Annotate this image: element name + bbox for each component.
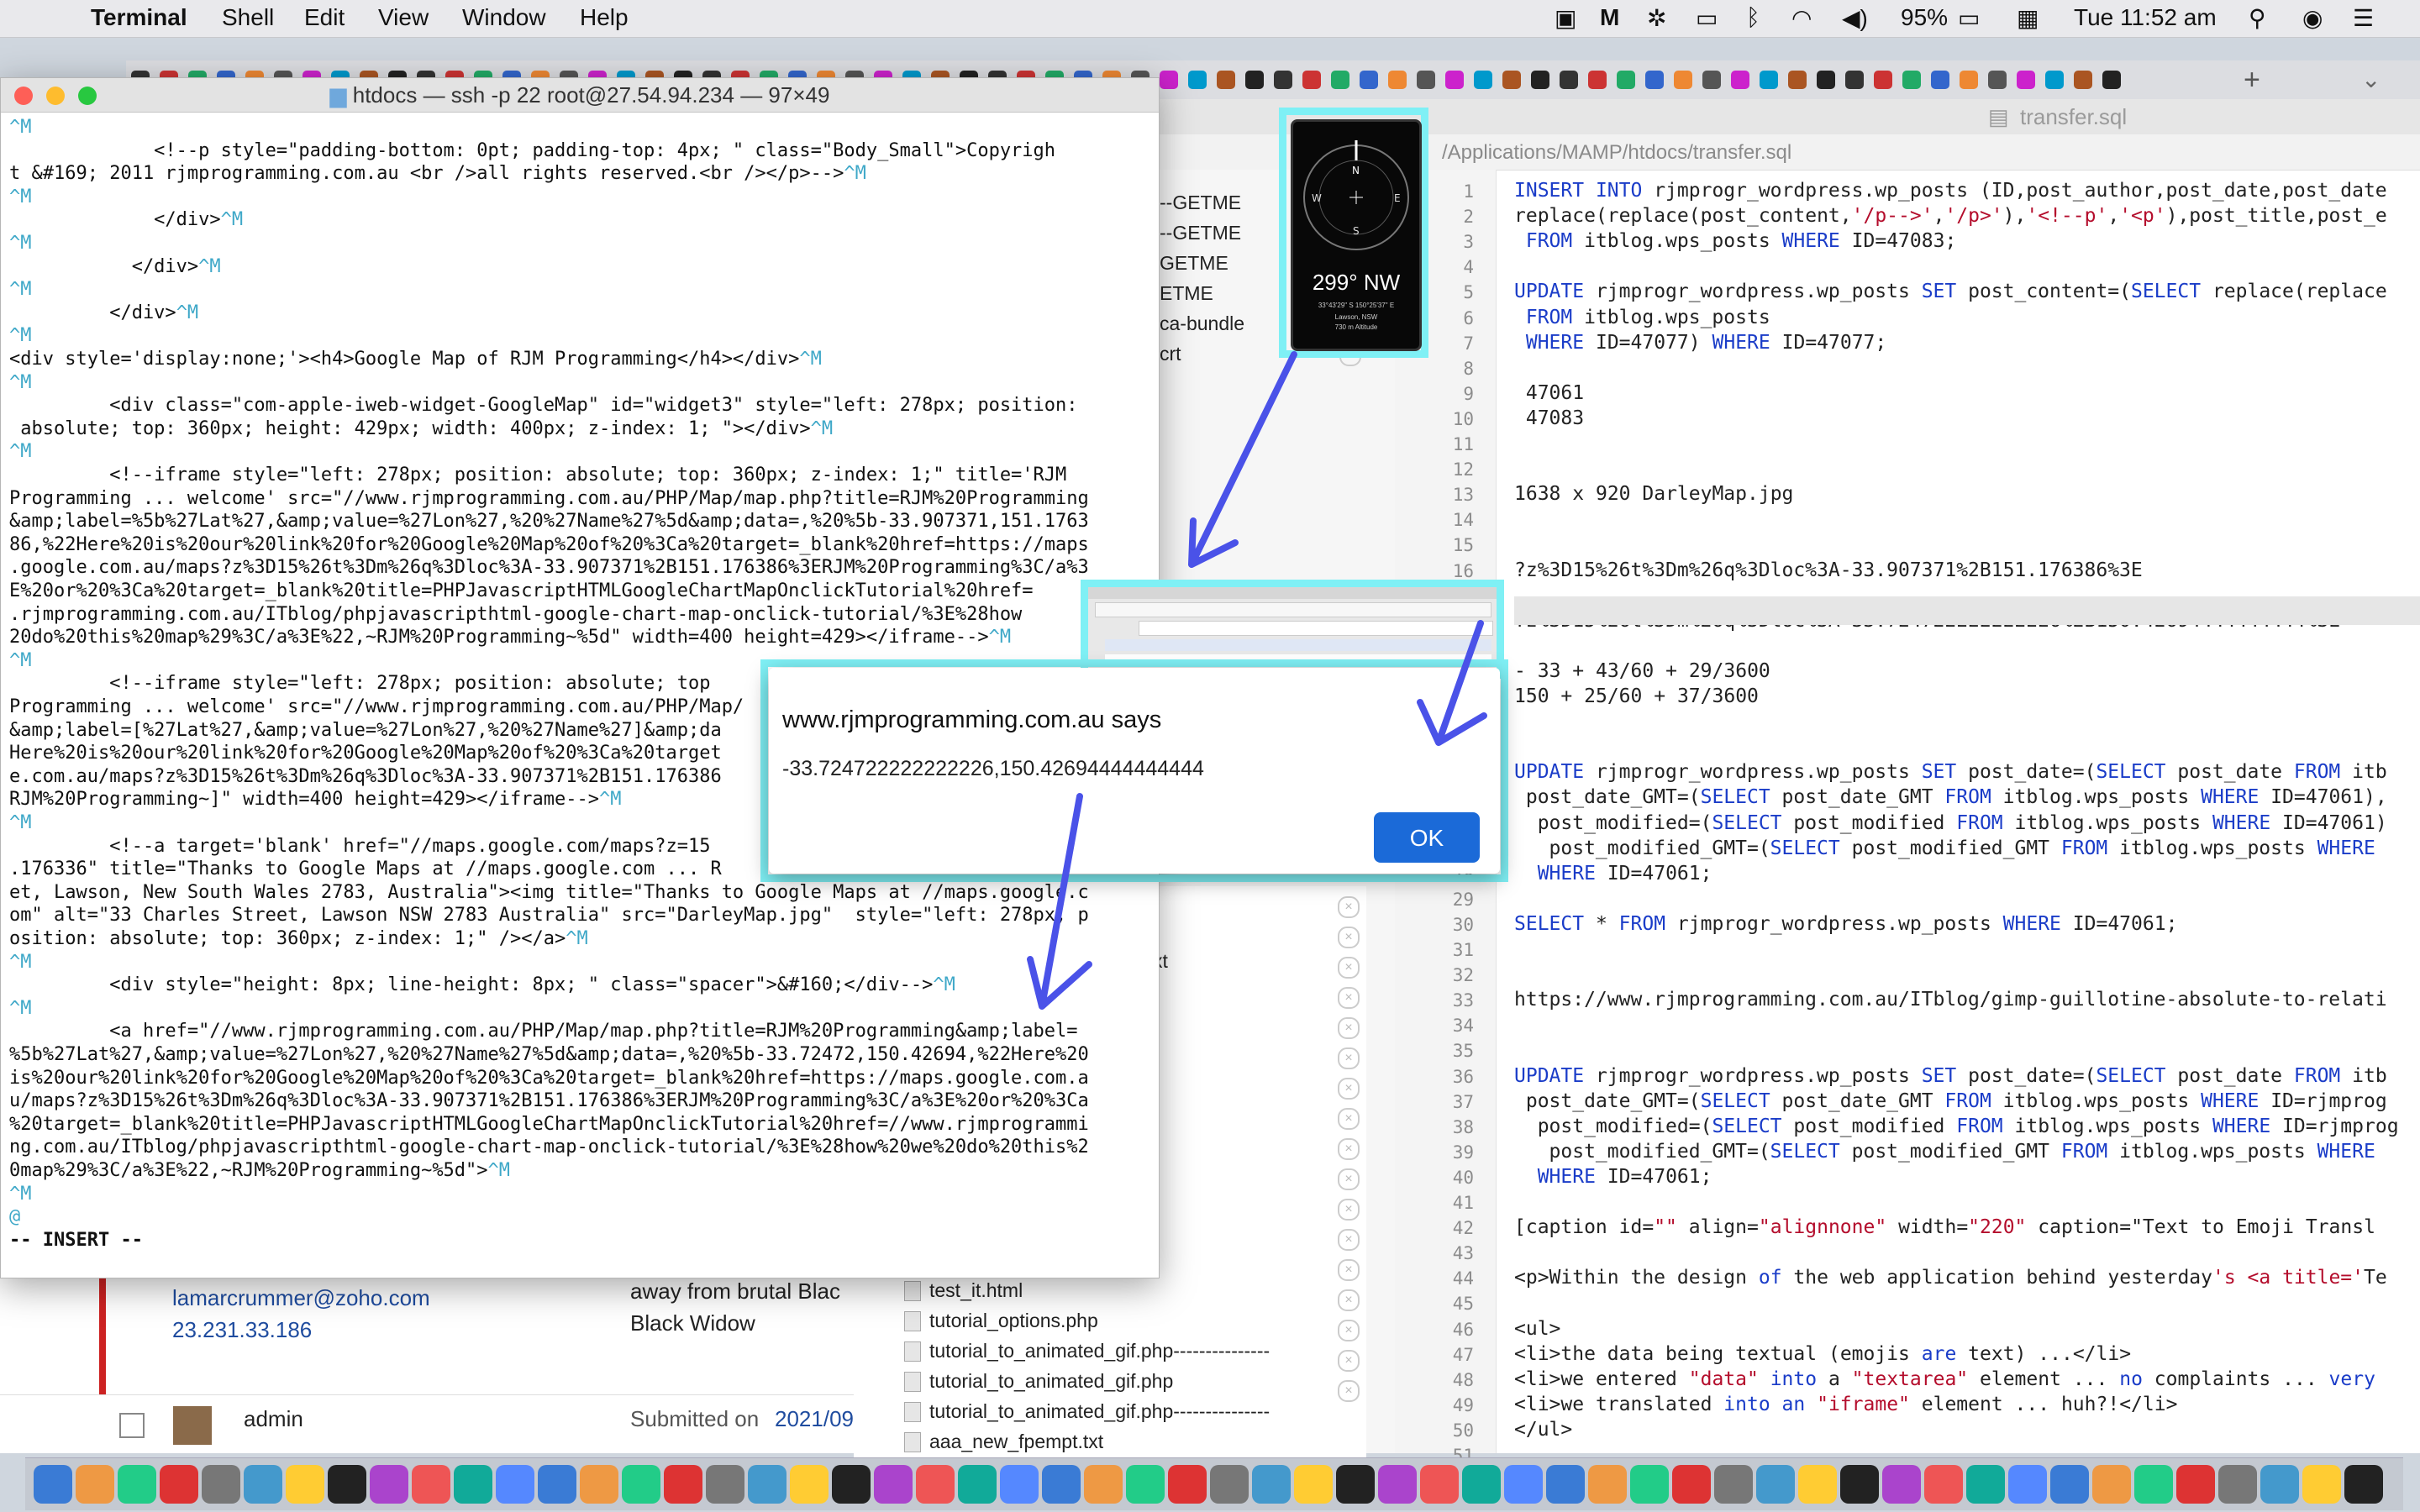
dock-app-icon[interactable] (622, 1465, 660, 1504)
dock-app-icon[interactable] (1126, 1465, 1165, 1504)
dock-app-icon[interactable] (1924, 1465, 1963, 1504)
dock-app-icon[interactable] (1336, 1465, 1375, 1504)
dock-app-icon[interactable] (1966, 1465, 2005, 1504)
dock-app-icon[interactable] (1504, 1465, 1543, 1504)
dock-app-icon[interactable] (1168, 1465, 1207, 1504)
dock (25, 1457, 2403, 1510)
dock-app-icon[interactable] (1084, 1465, 1123, 1504)
dock-app-icon[interactable] (118, 1465, 156, 1504)
dock-app-icon[interactable] (1294, 1465, 1333, 1504)
dock-app-icon[interactable] (2218, 1465, 2257, 1504)
dock-app-icon[interactable] (874, 1465, 913, 1504)
dock-app-icon[interactable] (328, 1465, 366, 1504)
dock-app-icon[interactable] (76, 1465, 114, 1504)
dock-app-icon[interactable] (916, 1465, 955, 1504)
dock-app-icon[interactable] (1714, 1465, 1753, 1504)
dock-app-icon[interactable] (580, 1465, 618, 1504)
dock-app-icon[interactable] (2092, 1465, 2131, 1504)
dock-app-icon[interactable] (1252, 1465, 1291, 1504)
dock-app-icon[interactable] (1546, 1465, 1585, 1504)
dock-app-icon[interactable] (832, 1465, 871, 1504)
dock-app-icon[interactable] (454, 1465, 492, 1504)
dock-app-icon[interactable] (1882, 1465, 1921, 1504)
dock-app-icon[interactable] (286, 1465, 324, 1504)
dock-app-icon[interactable] (1420, 1465, 1459, 1504)
dock-app-icon[interactable] (34, 1465, 72, 1504)
dock-app-icon[interactable] (706, 1465, 744, 1504)
dock-app-icon[interactable] (958, 1465, 997, 1504)
dock-app-icon[interactable] (1042, 1465, 1081, 1504)
dock-app-icon[interactable] (244, 1465, 282, 1504)
dock-app-icon[interactable] (2008, 1465, 2047, 1504)
dock-app-icon[interactable] (1462, 1465, 1501, 1504)
dock-app-icon[interactable] (748, 1465, 786, 1504)
dock-app-icon[interactable] (1672, 1465, 1711, 1504)
dock-app-icon[interactable] (1840, 1465, 1879, 1504)
dock-app-icon[interactable] (2050, 1465, 2089, 1504)
dock-app-icon[interactable] (1588, 1465, 1627, 1504)
dock-app-icon[interactable] (2134, 1465, 2173, 1504)
dock-app-icon[interactable] (412, 1465, 450, 1504)
dock-app-icon[interactable] (2260, 1465, 2299, 1504)
dock-app-icon[interactable] (370, 1465, 408, 1504)
dock-app-icon[interactable] (496, 1465, 534, 1504)
dock-app-icon[interactable] (2344, 1465, 2383, 1504)
dock-app-icon[interactable] (2302, 1465, 2341, 1504)
arrow-dialog (1027, 793, 1092, 1010)
dock-app-icon[interactable] (538, 1465, 576, 1504)
dock-app-icon[interactable] (1210, 1465, 1249, 1504)
dock-app-icon[interactable] (160, 1465, 198, 1504)
dock-app-icon[interactable] (2176, 1465, 2215, 1504)
dock-app-icon[interactable] (1378, 1465, 1417, 1504)
annotation-arrows (1027, 351, 1487, 1010)
arrow-thumb (1417, 620, 1487, 746)
dock-app-icon[interactable] (202, 1465, 240, 1504)
dock-app-icon[interactable] (1756, 1465, 1795, 1504)
dock-app-icon[interactable] (1630, 1465, 1669, 1504)
dock-app-icon[interactable] (1000, 1465, 1039, 1504)
dock-app-icon[interactable] (664, 1465, 702, 1504)
dock-app-icon[interactable] (1798, 1465, 1837, 1504)
arrow-phone (1188, 351, 1297, 568)
dock-app-icon[interactable] (790, 1465, 829, 1504)
